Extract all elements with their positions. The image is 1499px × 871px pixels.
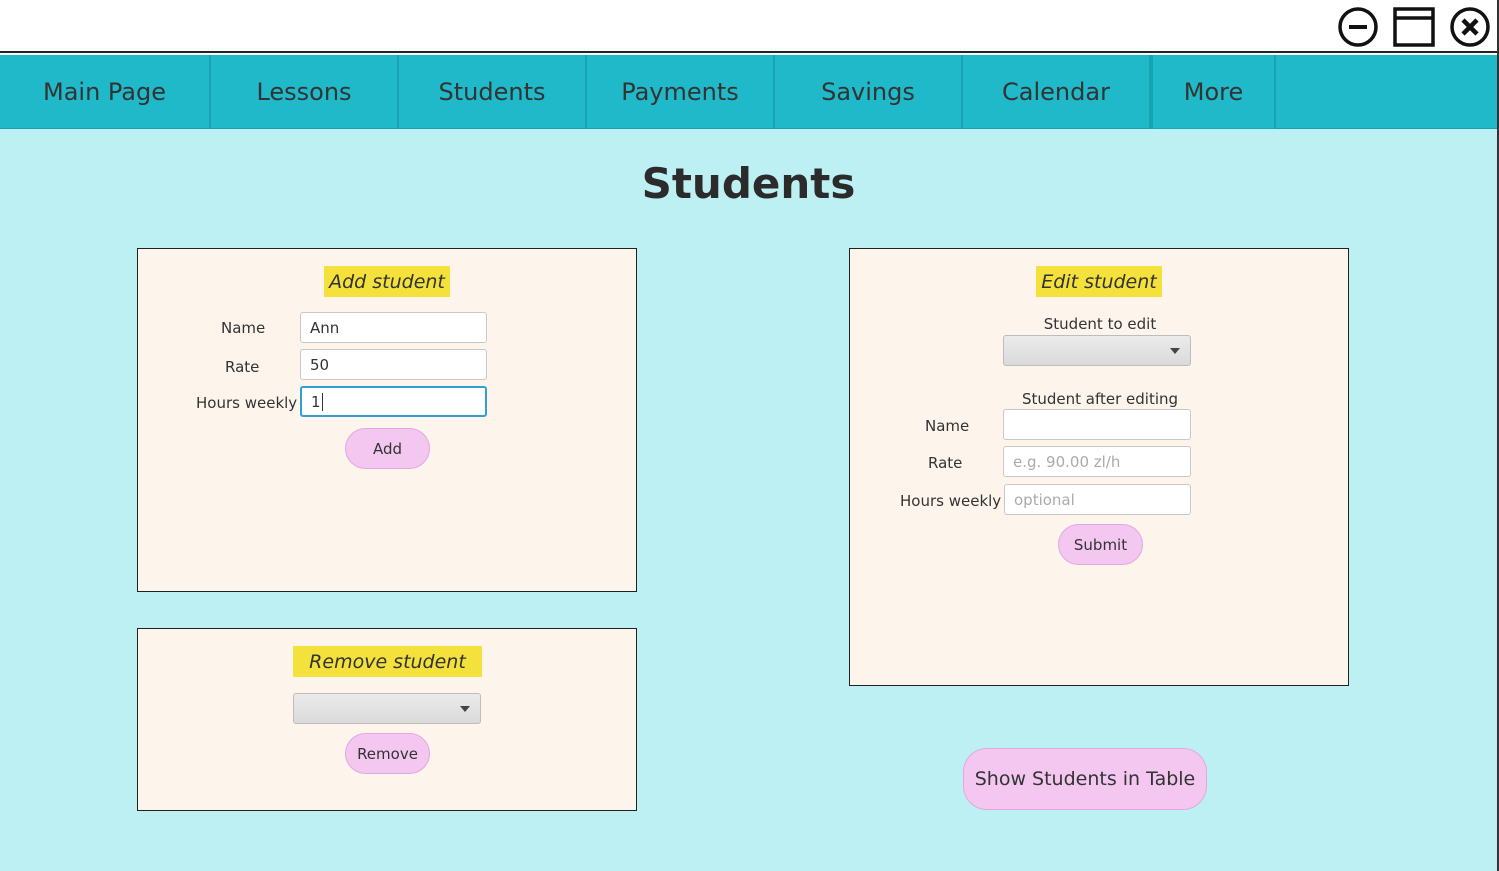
add-hours-value: 1 xyxy=(311,392,321,411)
remove-student-title: Remove student xyxy=(293,646,482,677)
remove-student-panel: Remove student Remove xyxy=(137,628,637,811)
edit-student-panel: Edit student Student to edit Student aft… xyxy=(849,248,1349,686)
page-title: Students xyxy=(641,159,856,208)
add-hours-input[interactable]: 1 xyxy=(300,386,487,417)
main-content: Students Add student Name Ann Rate 50 Ho… xyxy=(0,129,1497,871)
text-caret xyxy=(321,392,323,411)
add-button[interactable]: Add xyxy=(345,428,430,469)
student-to-edit-label: Student to edit xyxy=(1043,315,1157,333)
edit-hours-input[interactable]: optional xyxy=(1004,484,1191,515)
remove-student-select[interactable] xyxy=(293,693,481,724)
add-hours-label: Hours weekly xyxy=(196,394,298,412)
nav-students[interactable]: Students xyxy=(399,55,587,128)
add-rate-label: Rate xyxy=(225,358,260,376)
add-name-label: Name xyxy=(221,319,266,337)
edit-rate-input[interactable]: e.g. 90.00 zl/h xyxy=(1003,446,1191,477)
close-icon[interactable] xyxy=(1449,6,1491,48)
edit-name-label: Name xyxy=(925,417,970,435)
nav-more[interactable]: More xyxy=(1151,55,1276,131)
add-rate-value: 50 xyxy=(310,355,330,374)
add-student-panel: Add student Name Ann Rate 50 Hours weekl… xyxy=(137,248,637,592)
title-bar xyxy=(0,0,1499,53)
edit-rate-label: Rate xyxy=(928,454,963,472)
chevron-down-icon xyxy=(460,706,470,712)
show-students-table-button[interactable]: Show Students in Table xyxy=(963,748,1207,810)
nav-main-page[interactable]: Main Page xyxy=(0,55,211,128)
submit-button[interactable]: Submit xyxy=(1058,524,1143,565)
chevron-down-icon xyxy=(1170,348,1180,354)
add-name-value: Ann xyxy=(310,318,340,337)
nav-savings[interactable]: Savings xyxy=(775,55,963,128)
student-after-editing-label: Student after editing xyxy=(1021,390,1179,408)
edit-hours-label: Hours weekly xyxy=(900,492,1002,510)
edit-name-input[interactable] xyxy=(1003,409,1191,440)
remove-button[interactable]: Remove xyxy=(345,733,430,774)
edit-hours-placeholder: optional xyxy=(1014,490,1075,509)
minimize-icon[interactable] xyxy=(1337,6,1379,48)
add-student-title: Add student xyxy=(324,266,450,297)
add-rate-input[interactable]: 50 xyxy=(300,349,487,380)
nav-calendar[interactable]: Calendar xyxy=(963,55,1151,128)
nav-lessons[interactable]: Lessons xyxy=(211,55,399,128)
maximize-icon[interactable] xyxy=(1393,6,1435,48)
edit-student-select[interactable] xyxy=(1003,335,1191,366)
nav-payments[interactable]: Payments xyxy=(587,55,775,128)
edit-rate-placeholder: e.g. 90.00 zl/h xyxy=(1013,452,1121,471)
nav-bar: Main Page Lessons Students Payments Savi… xyxy=(0,55,1499,131)
add-name-input[interactable]: Ann xyxy=(300,312,487,343)
edit-student-title: Edit student xyxy=(1036,266,1162,297)
